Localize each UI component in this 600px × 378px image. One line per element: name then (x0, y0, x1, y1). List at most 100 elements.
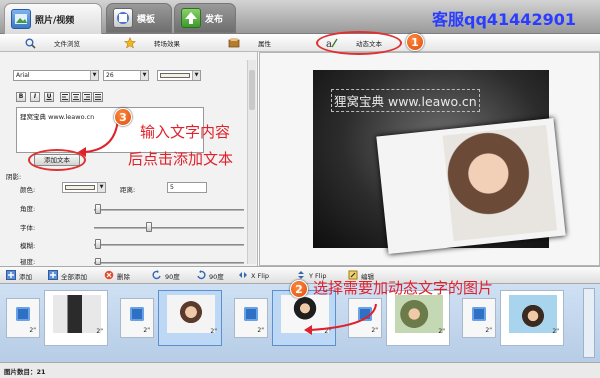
tab-template-label: 模板 (137, 14, 156, 25)
add-all-icon (48, 270, 58, 282)
transparency-slider[interactable] (94, 262, 244, 264)
publish-icon (181, 8, 201, 28)
align-right-button[interactable] (82, 92, 92, 102)
font-size-select[interactable]: 26 ▼ (103, 70, 149, 81)
star-icon (124, 37, 136, 49)
transition-cube-icon (130, 307, 144, 321)
align-left-button[interactable] (60, 92, 70, 102)
add-all-button[interactable]: 全部添加 (48, 270, 87, 282)
angle-label: 角度: (20, 205, 36, 213)
preview-photo-image (442, 124, 558, 242)
align-left-icon (62, 94, 68, 100)
shadow-color-swatch (65, 185, 95, 190)
add-icon (6, 270, 16, 282)
rotate-right-button[interactable]: 90度 (196, 270, 224, 282)
transparency-slider-knob[interactable] (95, 258, 101, 265)
photo-thumb-duration: 2" (438, 328, 445, 335)
tab-template[interactable]: 模板 (106, 3, 172, 33)
blur-slider-knob[interactable] (95, 239, 101, 249)
transition-slot[interactable]: 2" (462, 298, 496, 338)
photo-thumb-image (509, 295, 557, 333)
underline-button[interactable]: U (44, 92, 54, 102)
tab-publish-label: 发布 (205, 14, 224, 25)
flip-x-button[interactable]: X Flip (238, 270, 269, 282)
highlight-dynamic-text-tab (316, 31, 402, 55)
transition-duration: 2" (29, 327, 36, 334)
photo-thumb-selected[interactable]: 2" (158, 290, 222, 346)
add-button[interactable]: 添加 (6, 270, 32, 282)
distance-label: 距离: (120, 186, 136, 194)
subtab-transition[interactable]: 转场效果 (124, 35, 180, 51)
shadow-color-picker[interactable]: ▼ (62, 182, 106, 193)
preview-photo (376, 118, 566, 254)
flip-x-label: X Flip (251, 272, 269, 280)
blur-slider[interactable] (94, 244, 244, 246)
photo-thumb[interactable]: 2" (44, 290, 108, 346)
transition-duration: 2" (485, 327, 492, 334)
rotate-right-label: 90度 (209, 273, 224, 281)
shadow-label: 阴影: (6, 173, 22, 181)
subtab-file-browse[interactable]: 文件浏览 (24, 35, 80, 51)
font-shadow-slider[interactable] (94, 227, 244, 229)
preview-overlay-text[interactable]: 狸窝宝典 www.leawo.cn (331, 89, 480, 112)
align-center-icon (73, 94, 79, 100)
subtab-transition-label: 转场效果 (154, 40, 180, 48)
delete-icon (104, 270, 114, 282)
add-label: 添加 (19, 273, 32, 281)
align-justify-button[interactable] (93, 92, 103, 102)
distance-input[interactable]: 5 (167, 182, 207, 193)
font-shadow-slider-knob[interactable] (146, 222, 152, 232)
photo-count-text: 图片数目：21 (4, 368, 46, 376)
editor-scrollbar[interactable] (247, 60, 256, 264)
step-2-instruction: 选择需要加动态文字的图片 (313, 279, 494, 297)
transition-cube-icon (244, 307, 258, 321)
transparency-label: 褪度: (20, 258, 36, 266)
align-center-button[interactable] (71, 92, 81, 102)
transition-cube-icon (472, 307, 486, 321)
shadow-color-label: 颜色: (20, 186, 36, 194)
photo-thumb-duration: 2" (552, 328, 559, 335)
subtab-properties-label: 属性 (258, 40, 271, 48)
photo-thumb-duration: 2" (210, 328, 217, 335)
step-3-badge: 3 (114, 108, 132, 126)
font-family-select[interactable]: Arial ▼ (13, 70, 99, 81)
transition-duration: 2" (257, 327, 264, 334)
distance-value: 5 (170, 184, 174, 191)
italic-button[interactable]: I (30, 92, 40, 102)
angle-slider-knob[interactable] (95, 204, 101, 214)
template-icon (113, 8, 133, 28)
tab-publish[interactable]: 发布 (174, 3, 236, 33)
subtab-properties[interactable]: 属性 (228, 35, 271, 51)
text-color-swatch (160, 73, 190, 78)
editor-scrollbar-thumb[interactable] (249, 70, 255, 110)
rotate-left-icon (152, 270, 162, 282)
top-tab-bar: 照片/视频 模板 发布 客服qq41442901 (0, 0, 600, 35)
delete-button[interactable]: 删除 (104, 270, 130, 282)
sub-toolbar: 文件浏览 转场效果 属性 a 动态文本 (0, 34, 600, 52)
subtab-file-browse-label: 文件浏览 (54, 40, 80, 48)
transition-slot[interactable]: 2" (6, 298, 40, 338)
transition-duration: 2" (143, 327, 150, 334)
font-size-value: 26 (106, 72, 114, 79)
angle-slider[interactable] (94, 209, 244, 211)
photo-icon (11, 9, 31, 29)
status-bar: 图片数目：21 (0, 362, 600, 378)
transition-slot[interactable]: 2" (120, 298, 154, 338)
step-1-badge: 1 (406, 33, 424, 51)
tab-photo-video[interactable]: 照片/视频 (4, 3, 102, 35)
align-right-icon (84, 94, 90, 100)
photo-thumb[interactable]: 2" (386, 290, 450, 346)
transition-cube-icon (16, 307, 30, 321)
properties-icon (228, 37, 240, 49)
font-shadow-label: 字体: (20, 224, 36, 232)
rotate-left-button[interactable]: 90度 (152, 270, 180, 282)
chevron-down-icon: ▼ (90, 71, 98, 80)
photo-thumb[interactable]: 2" (500, 290, 564, 346)
transition-slot[interactable]: 2" (234, 298, 268, 338)
text-color-picker[interactable]: ▼ (157, 70, 201, 81)
align-justify-icon (95, 94, 101, 100)
bold-button[interactable]: B (16, 92, 26, 102)
filmstrip-scrollbar[interactable] (583, 288, 595, 358)
contact-qq-text: 客服qq41442901 (432, 10, 576, 29)
font-family-value: Arial (16, 72, 30, 79)
